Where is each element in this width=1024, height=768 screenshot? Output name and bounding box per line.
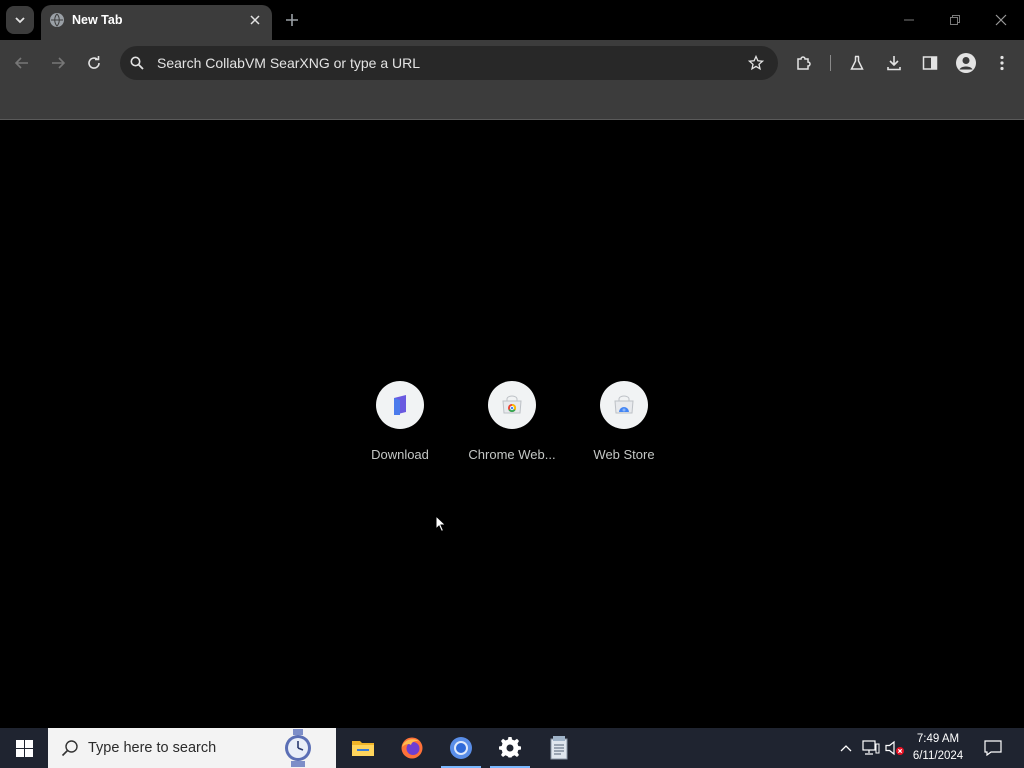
browser-menu-button[interactable] bbox=[988, 49, 1016, 77]
download-icon bbox=[887, 56, 901, 71]
windows-icon bbox=[15, 739, 33, 757]
downloads-button[interactable] bbox=[880, 49, 908, 77]
side-panel-button[interactable] bbox=[916, 49, 944, 77]
tab-search-button[interactable] bbox=[6, 6, 34, 34]
extensions-button[interactable] bbox=[790, 49, 818, 77]
puzzle-icon bbox=[797, 56, 811, 70]
star-icon bbox=[748, 55, 764, 71]
labs-button[interactable] bbox=[843, 49, 871, 77]
tab-strip: New Tab bbox=[0, 0, 1024, 40]
web-store-icon bbox=[614, 395, 634, 414]
bookmarks-bar bbox=[0, 86, 1024, 120]
clock-time: 7:49 AM bbox=[916, 733, 960, 745]
shortcut-label: Download bbox=[371, 447, 429, 462]
profile-button[interactable] bbox=[952, 49, 980, 77]
shortcut-web-store[interactable]: Web Store bbox=[568, 381, 680, 471]
stopwatch-icon bbox=[285, 729, 311, 767]
settings-icon bbox=[499, 737, 521, 758]
clock-date: 6/11/2024 bbox=[912, 750, 964, 762]
close-icon bbox=[995, 14, 1007, 26]
globe-icon bbox=[50, 13, 64, 27]
chevron-up-icon bbox=[840, 745, 852, 752]
taskbar-settings[interactable] bbox=[486, 728, 534, 768]
close-window-button[interactable] bbox=[987, 6, 1015, 34]
omnibox-placeholder[interactable]: Search CollabVM SearXNG or type a URL bbox=[157, 55, 420, 71]
restore-button[interactable] bbox=[941, 6, 969, 34]
shortcut-label: Chrome Web... bbox=[468, 447, 556, 462]
minimize-icon bbox=[904, 19, 914, 21]
forward-button[interactable] bbox=[44, 49, 72, 77]
side-panel-icon bbox=[922, 56, 938, 70]
notepad-icon bbox=[550, 736, 568, 760]
shortcut-chrome-web-store[interactable]: Chrome Web... bbox=[456, 381, 568, 471]
chrome-icon bbox=[450, 737, 472, 759]
minimize-button[interactable] bbox=[895, 6, 923, 34]
taskbar-firefox[interactable] bbox=[388, 728, 436, 768]
file-explorer-icon bbox=[352, 741, 374, 756]
omnibox[interactable]: Search CollabVM SearXNG or type a URL bbox=[120, 46, 778, 80]
taskbar-notepad[interactable] bbox=[535, 728, 583, 768]
restore-icon bbox=[950, 15, 960, 25]
shortcut-label: Web Store bbox=[593, 447, 655, 462]
download-site-icon bbox=[394, 395, 406, 415]
back-button[interactable] bbox=[8, 49, 36, 77]
forward-arrow-icon bbox=[52, 57, 66, 69]
start-button[interactable] bbox=[0, 728, 48, 768]
volume-muted-icon bbox=[885, 740, 904, 756]
shortcut-download[interactable]: Download bbox=[344, 381, 456, 471]
flask-icon bbox=[850, 55, 864, 70]
network-icon bbox=[862, 740, 880, 755]
kebab-menu-icon bbox=[1000, 55, 1004, 71]
mouse-cursor-icon bbox=[435, 515, 447, 533]
browser-toolbar: Search CollabVM SearXNG or type a URL bbox=[0, 40, 1024, 86]
search-icon bbox=[128, 54, 146, 72]
taskbar-search-box[interactable]: Type here to search bbox=[48, 728, 336, 768]
taskbar-file-explorer[interactable] bbox=[339, 728, 387, 768]
shortcut-icon bbox=[600, 381, 648, 429]
shortcut-icon bbox=[376, 381, 424, 429]
close-icon bbox=[250, 15, 260, 25]
new-tab-page: Download Chrome Web... Web Store bbox=[0, 121, 1024, 728]
taskbar-search-placeholder[interactable]: Type here to search bbox=[88, 740, 216, 756]
plus-icon bbox=[286, 14, 298, 26]
shortcut-icon bbox=[488, 381, 536, 429]
notification-icon bbox=[984, 740, 1002, 756]
reload-icon bbox=[88, 56, 100, 69]
avatar-icon bbox=[956, 53, 976, 73]
tab-new-tab[interactable]: New Tab bbox=[41, 5, 272, 40]
tray-overflow-button[interactable] bbox=[836, 738, 856, 758]
reload-button[interactable] bbox=[80, 49, 108, 77]
chrome-web-store-icon bbox=[502, 395, 522, 414]
tray-network[interactable] bbox=[861, 738, 881, 758]
taskbar-chrome[interactable] bbox=[437, 728, 485, 768]
tab-title: New Tab bbox=[72, 13, 123, 27]
taskbar-clock[interactable]: 7:49 AM 6/11/2024 bbox=[906, 731, 970, 765]
search-highlight[interactable] bbox=[278, 728, 318, 768]
tab-close-button[interactable] bbox=[246, 11, 264, 29]
chevron-down-icon bbox=[15, 17, 25, 24]
tray-volume[interactable] bbox=[885, 738, 905, 758]
notification-center-button[interactable] bbox=[976, 728, 1010, 768]
new-tab-button[interactable] bbox=[280, 8, 304, 32]
back-arrow-icon bbox=[14, 57, 28, 69]
bookmark-star-button[interactable] bbox=[746, 53, 766, 73]
search-icon bbox=[61, 740, 78, 757]
toolbar-separator bbox=[830, 55, 831, 71]
firefox-icon bbox=[401, 737, 423, 759]
taskbar: Type here to search 7:49 AM 6/11/2024 bbox=[0, 728, 1024, 768]
